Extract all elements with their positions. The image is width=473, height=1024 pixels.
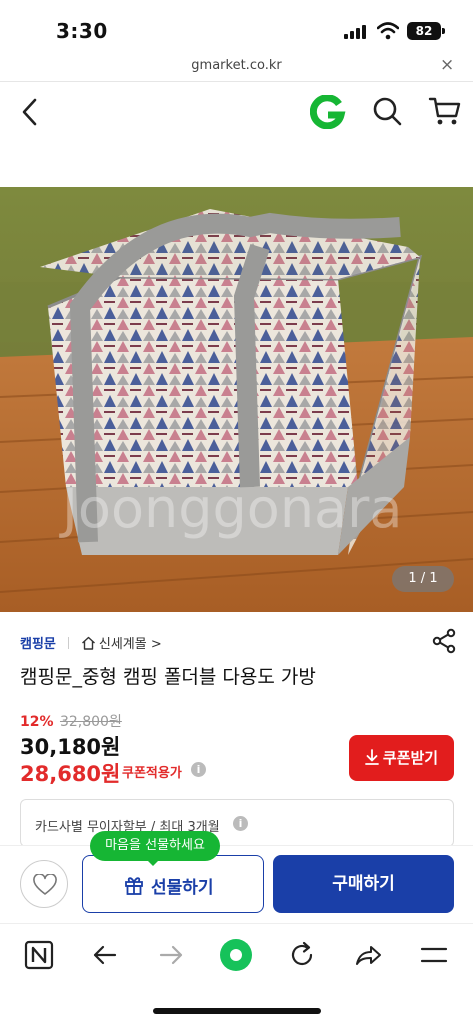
search-icon[interactable] bbox=[371, 95, 403, 127]
heart-icon bbox=[33, 874, 57, 895]
info-icon[interactable]: i bbox=[233, 816, 248, 831]
product-image[interactable]: Joonggonara bbox=[0, 187, 473, 612]
brand-row: 캠핑문 신세계몰 > bbox=[20, 633, 162, 653]
share-arrow-icon[interactable] bbox=[351, 938, 385, 972]
app-header bbox=[0, 82, 473, 142]
home-green-icon[interactable] bbox=[219, 938, 253, 972]
home-indicator bbox=[153, 1008, 321, 1014]
gift-button[interactable]: 선물하기 bbox=[82, 855, 264, 913]
home-icon bbox=[81, 636, 95, 650]
original-price: 32,800원 bbox=[59, 714, 122, 730]
back-icon[interactable] bbox=[16, 94, 44, 130]
wifi-icon bbox=[377, 22, 399, 40]
share-icon[interactable] bbox=[431, 628, 457, 654]
purchase-action-bar: 선물하기 구매하기 bbox=[0, 845, 473, 923]
discount-rate: 12% bbox=[20, 714, 54, 730]
wishlist-button[interactable] bbox=[20, 860, 68, 908]
back-arrow-icon[interactable] bbox=[88, 938, 122, 972]
store-link[interactable]: 신세계몰 bbox=[99, 637, 147, 652]
battery-icon: 82 bbox=[407, 22, 441, 40]
download-icon bbox=[364, 749, 379, 765]
coupon-button-label: 쿠폰받기 bbox=[382, 749, 439, 767]
coupon-price: 28,680원 bbox=[20, 762, 121, 786]
status-time: 3:30 bbox=[56, 19, 108, 43]
cart-icon[interactable] bbox=[428, 94, 462, 128]
tooltip-tail bbox=[146, 859, 160, 866]
gift-button-label: 선물하기 bbox=[151, 878, 214, 898]
gift-icon bbox=[125, 877, 143, 895]
naver-n-icon[interactable] bbox=[22, 938, 56, 972]
menu-icon[interactable] bbox=[417, 938, 451, 972]
sale-price: 30,180원 bbox=[20, 735, 121, 759]
url-bar[interactable]: gmarket.co.kr × bbox=[0, 50, 473, 82]
info-icon[interactable]: i bbox=[191, 762, 206, 777]
forward-arrow-icon[interactable] bbox=[154, 938, 188, 972]
coupon-price-label: 쿠폰적용가 bbox=[122, 766, 182, 781]
card-installment-box[interactable]: 카드사별 무이자할부 / 최대 3개월 i bbox=[20, 799, 454, 847]
product-title: 캠핑문_중형 캠핑 폴더블 다용도 가방 bbox=[20, 666, 316, 688]
watermark-text: Joonggonara bbox=[59, 477, 402, 540]
gmarket-logo-icon[interactable] bbox=[310, 95, 346, 129]
close-icon[interactable]: × bbox=[440, 55, 454, 75]
buy-button[interactable]: 구매하기 bbox=[273, 855, 454, 913]
divider bbox=[67, 637, 69, 649]
url-text[interactable]: gmarket.co.kr bbox=[0, 58, 473, 73]
gift-tooltip: 마음을 선물하세요 bbox=[90, 831, 220, 861]
browser-toolbar bbox=[0, 923, 473, 985]
image-counter: 1 / 1 bbox=[392, 566, 454, 592]
refresh-icon[interactable] bbox=[285, 938, 319, 972]
battery-tip bbox=[442, 28, 445, 34]
coupon-button[interactable]: 쿠폰받기 bbox=[349, 735, 454, 781]
discount-row: 12% 32,800원 bbox=[20, 711, 122, 731]
chevron-right-icon: > bbox=[150, 637, 162, 652]
cellular-signal-icon bbox=[344, 25, 370, 39]
brand-link[interactable]: 캠핑문 bbox=[20, 637, 56, 652]
status-bar: 3:30 82 bbox=[0, 0, 473, 50]
